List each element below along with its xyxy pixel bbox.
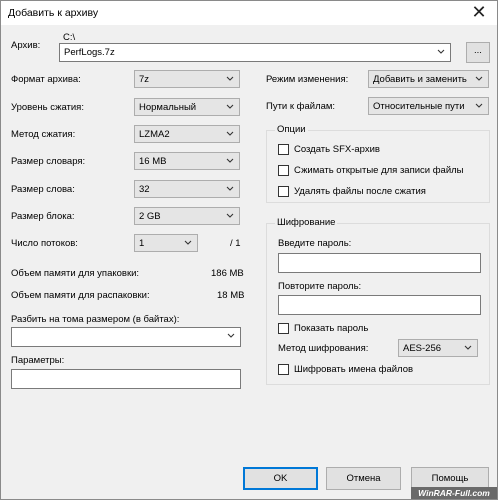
format-label: Формат архива:: [11, 74, 81, 85]
encryption-title: Шифрование: [275, 217, 338, 228]
level-value: Нормальный: [139, 102, 197, 113]
enc-method-select[interactable]: AES-256: [398, 339, 478, 357]
method-value: LZMA2: [139, 129, 170, 140]
options-group: Опции Создать SFX-архив Сжимать открытые…: [266, 124, 490, 203]
word-label: Размер слова:: [11, 184, 75, 195]
path-mode-value: Относительные пути: [373, 101, 465, 112]
encryption-group: Шифрование Введите пароль: Повторите пар…: [266, 217, 490, 385]
mem-unpack-label: Объем памяти для распаковки:: [11, 290, 150, 301]
chevron-down-icon: [227, 333, 235, 338]
password-input[interactable]: [278, 253, 481, 273]
enc-method-label: Метод шифрования:: [278, 343, 369, 354]
archive-name-combo[interactable]: PerfLogs.7z: [59, 43, 451, 62]
mem-pack-label: Объем памяти для упаковки:: [11, 268, 140, 279]
add-to-archive-dialog: Добавить к архиву ✕ Архив: C:\ PerfLogs.…: [0, 0, 498, 500]
mem-pack-value: 186 MB: [211, 268, 244, 279]
chevron-down-icon: [226, 131, 234, 136]
params-label: Параметры:: [11, 355, 65, 366]
method-select[interactable]: LZMA2: [134, 125, 240, 143]
level-select[interactable]: Нормальный: [134, 98, 240, 116]
method-label: Метод сжатия:: [11, 129, 76, 140]
chevron-down-icon: [226, 158, 234, 163]
chevron-down-icon: [226, 186, 234, 191]
show-password-checkbox[interactable]: [278, 323, 289, 334]
mem-unpack-value: 18 MB: [217, 290, 245, 301]
encrypt-names-label: Шифровать имена файлов: [294, 364, 414, 375]
options-title: Опции: [275, 124, 308, 135]
path-mode-select[interactable]: Относительные пути: [368, 97, 489, 115]
dict-select[interactable]: 16 MB: [134, 152, 240, 170]
word-select[interactable]: 32: [134, 180, 240, 198]
word-value: 32: [139, 184, 150, 195]
split-combo[interactable]: [11, 327, 241, 347]
delete-after-label: Удалять файлы после сжатия: [294, 186, 426, 197]
format-select[interactable]: 7z: [134, 70, 240, 88]
block-select[interactable]: 2 GB: [134, 207, 240, 225]
chevron-down-icon: [226, 213, 234, 218]
compress-open-label: Сжимать открытые для записи файлы: [294, 165, 464, 176]
update-mode-value: Добавить и заменить: [373, 74, 467, 85]
cancel-button[interactable]: Отмена: [326, 467, 401, 490]
block-value: 2 GB: [139, 211, 161, 222]
password-label: Введите пароль:: [278, 238, 352, 249]
ok-button[interactable]: OK: [243, 467, 318, 490]
update-mode-select[interactable]: Добавить и заменить: [368, 70, 489, 88]
update-mode-label: Режим изменения:: [266, 74, 349, 85]
title-bar: Добавить к архиву ✕: [1, 1, 497, 25]
archive-name-value: PerfLogs.7z: [64, 47, 115, 58]
repeat-password-label: Повторите пароль:: [278, 281, 362, 292]
params-input[interactable]: [11, 369, 241, 389]
chevron-down-icon: [226, 104, 234, 109]
threads-max: / 1: [230, 238, 241, 249]
threads-label: Число потоков:: [11, 238, 78, 249]
close-icon[interactable]: ✕: [467, 2, 491, 22]
archive-label: Архив:: [11, 40, 41, 51]
delete-after-checkbox[interactable]: [278, 186, 289, 197]
chevron-down-icon: [475, 103, 483, 108]
path-mode-label: Пути к файлам:: [266, 101, 336, 112]
sfx-checkbox[interactable]: [278, 144, 289, 155]
dict-value: 16 MB: [139, 156, 167, 167]
enc-method-value: AES-256: [403, 343, 442, 354]
window-title: Добавить к архиву: [8, 7, 99, 19]
chevron-down-icon: [184, 240, 192, 245]
browse-button[interactable]: ...: [466, 42, 490, 63]
chevron-down-icon: [475, 76, 483, 81]
level-label: Уровень сжатия:: [11, 102, 84, 113]
dict-label: Размер словаря:: [11, 156, 86, 167]
chevron-down-icon: [437, 49, 445, 54]
dialog-body: Архив: C:\ PerfLogs.7z ... Формат архива…: [1, 25, 497, 499]
archive-path: C:\: [63, 32, 76, 43]
split-label: Разбить на тома размером (в байтах):: [11, 314, 180, 325]
sfx-label: Создать SFX-архив: [294, 144, 380, 155]
show-password-label: Показать пароль: [294, 323, 369, 334]
format-value: 7z: [139, 74, 150, 85]
compress-open-checkbox[interactable]: [278, 165, 289, 176]
block-label: Размер блока:: [11, 211, 75, 222]
chevron-down-icon: [226, 76, 234, 81]
repeat-password-input[interactable]: [278, 295, 481, 315]
threads-value: 1: [139, 238, 145, 249]
watermark: WinRAR-Full.com: [411, 487, 497, 499]
threads-select[interactable]: 1: [134, 234, 198, 252]
encrypt-names-checkbox[interactable]: [278, 364, 289, 375]
chevron-down-icon: [464, 345, 472, 350]
